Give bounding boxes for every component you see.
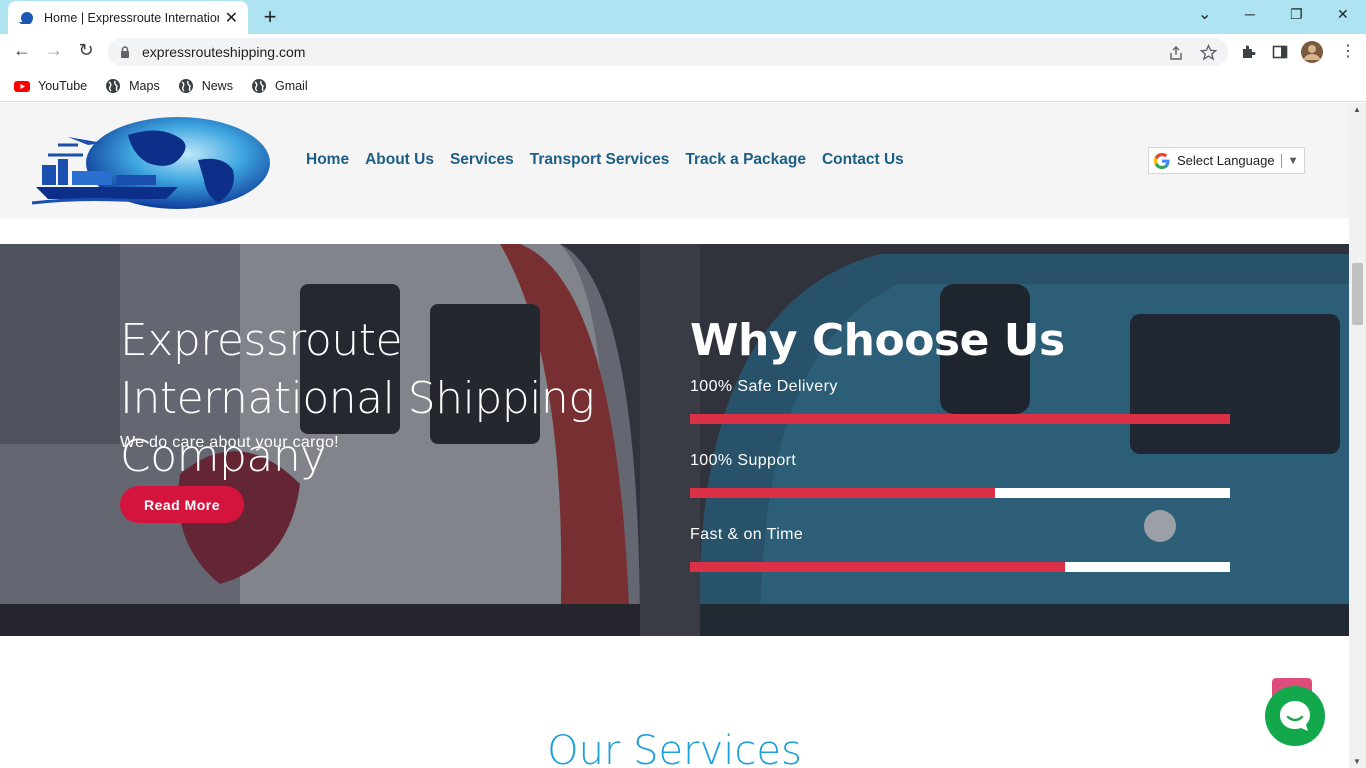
menu-kebab-icon[interactable]: ⋮	[1340, 41, 1356, 61]
maximize-button[interactable]: ❐	[1290, 6, 1303, 23]
page-viewport: Home About Us Services Transport Service…	[0, 103, 1349, 768]
nav-track-a-package[interactable]: Track a Package	[685, 151, 806, 169]
globe-icon	[106, 78, 121, 93]
nav-about-us[interactable]: About Us	[365, 151, 434, 169]
new-tab-button[interactable]: +	[260, 4, 280, 30]
bookmarks-bar: YouTube Maps News Gmail	[0, 70, 1366, 102]
language-select[interactable]: Select Language ▼	[1148, 147, 1305, 174]
tab-close-icon[interactable]: ✕	[225, 8, 238, 28]
skill-label: 100% Support	[690, 452, 797, 469]
skill-label: Fast & on Time	[690, 526, 804, 543]
why-choose-us-title: Why Choose Us	[690, 315, 1065, 366]
bookmark-label: Gmail	[274, 78, 308, 93]
page-scrollbar[interactable]: ▲ ▼	[1349, 103, 1366, 768]
url-text[interactable]: expressrouteshipping.com	[142, 44, 305, 60]
extensions-icon[interactable]	[1240, 44, 1256, 60]
progress-bar	[690, 414, 1230, 424]
skill-support: 100% Support	[690, 452, 1230, 498]
our-services-heading: Our Services	[547, 728, 802, 768]
reading-list-icon[interactable]	[1272, 44, 1288, 60]
reload-button[interactable]: ↻	[74, 40, 98, 61]
language-divider	[1280, 153, 1282, 168]
bookmark-gmail[interactable]: Gmail	[251, 78, 308, 94]
progress-bar	[690, 562, 1230, 572]
chat-widget-button[interactable]	[1265, 686, 1325, 746]
close-window-button[interactable]: ✕	[1337, 6, 1349, 23]
tab-strip: Home | Expressroute International Shippi…	[0, 0, 1366, 34]
bookmark-news[interactable]: News	[178, 78, 233, 94]
main-nav: Home About Us Services Transport Service…	[306, 151, 904, 169]
scroll-up-arrow-icon[interactable]: ▲	[1353, 105, 1361, 114]
lock-icon[interactable]	[120, 46, 130, 58]
tab-title: Home | Expressroute International Shippi…	[44, 10, 219, 25]
site-favicon-icon	[19, 11, 33, 24]
progress-fill	[690, 562, 1066, 572]
back-button[interactable]: ←	[10, 40, 34, 61]
chat-bubble-icon	[1280, 701, 1310, 731]
browser-toolbar: ← → ↻ expressrouteshipping.com ⋮	[0, 34, 1366, 70]
hero-subtitle: We do care about your cargo!	[120, 434, 339, 451]
site-header: Home About Us Services Transport Service…	[0, 103, 1349, 218]
browser-tab[interactable]: Home | Expressroute International Shippi…	[8, 1, 248, 34]
tab-search-icon[interactable]: ⌄	[1198, 4, 1211, 24]
nav-contact-us[interactable]: Contact Us	[822, 151, 904, 169]
skill-label: 100% Safe Delivery	[690, 378, 838, 395]
nav-home[interactable]: Home	[306, 151, 349, 169]
share-icon[interactable]	[1168, 45, 1184, 61]
hero-section: Expressroute International Shipping Comp…	[0, 244, 1349, 636]
globe-icon	[178, 78, 193, 93]
address-bar[interactable]: expressrouteshipping.com	[108, 38, 1228, 66]
google-icon	[1154, 152, 1170, 169]
youtube-icon	[14, 80, 30, 92]
scrollbar-thumb[interactable]	[1352, 263, 1363, 325]
forward-button[interactable]: →	[42, 40, 66, 61]
bookmark-label: News	[201, 78, 233, 93]
skill-safe-delivery: 100% Safe Delivery	[690, 378, 1230, 424]
scroll-down-arrow-icon[interactable]: ▼	[1353, 757, 1361, 766]
nav-transport-services[interactable]: Transport Services	[530, 151, 670, 169]
bookmark-maps[interactable]: Maps	[105, 78, 160, 94]
profile-avatar[interactable]	[1301, 41, 1323, 63]
hero-title: Expressroute International Shipping Comp…	[120, 315, 595, 482]
read-more-button[interactable]: Read More	[120, 486, 244, 523]
globe-icon	[251, 78, 266, 93]
skill-fast-on-time: Fast & on Time	[690, 526, 1230, 572]
chevron-down-icon: ▼	[1287, 154, 1299, 167]
bookmark-star-icon[interactable]	[1200, 44, 1217, 61]
progress-fill	[690, 414, 1230, 424]
nav-services[interactable]: Services	[450, 151, 514, 169]
site-logo[interactable]	[28, 115, 272, 210]
bookmark-label: YouTube	[38, 78, 88, 93]
progress-fill	[690, 488, 996, 498]
progress-bar	[690, 488, 1230, 498]
language-label: Select Language	[1177, 153, 1275, 168]
minimize-button[interactable]: ─	[1245, 6, 1255, 22]
bookmark-label: Maps	[129, 78, 160, 93]
bookmark-youtube[interactable]: YouTube	[14, 78, 87, 94]
